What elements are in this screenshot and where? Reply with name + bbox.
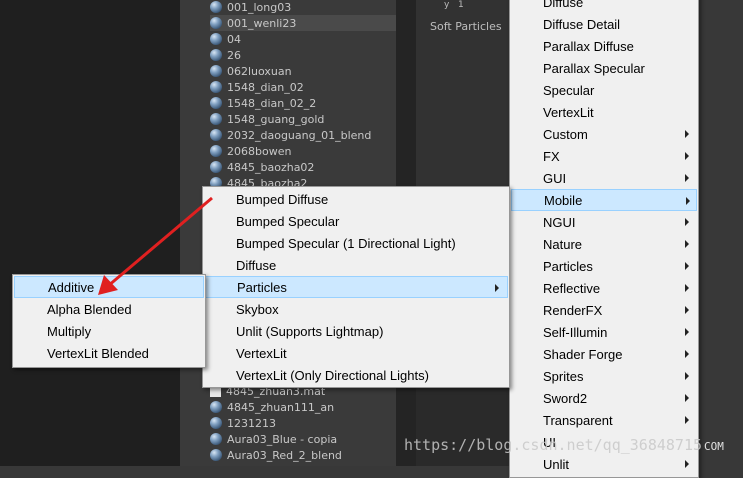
annotation-arrow <box>98 196 213 295</box>
watermark-suffix: COM <box>704 440 724 453</box>
watermark-text: https://blog.csdn.net/qq_36848715 <box>404 436 703 454</box>
watermark: https://blog.csdn.net/qq_36848715 COM <box>404 436 724 454</box>
